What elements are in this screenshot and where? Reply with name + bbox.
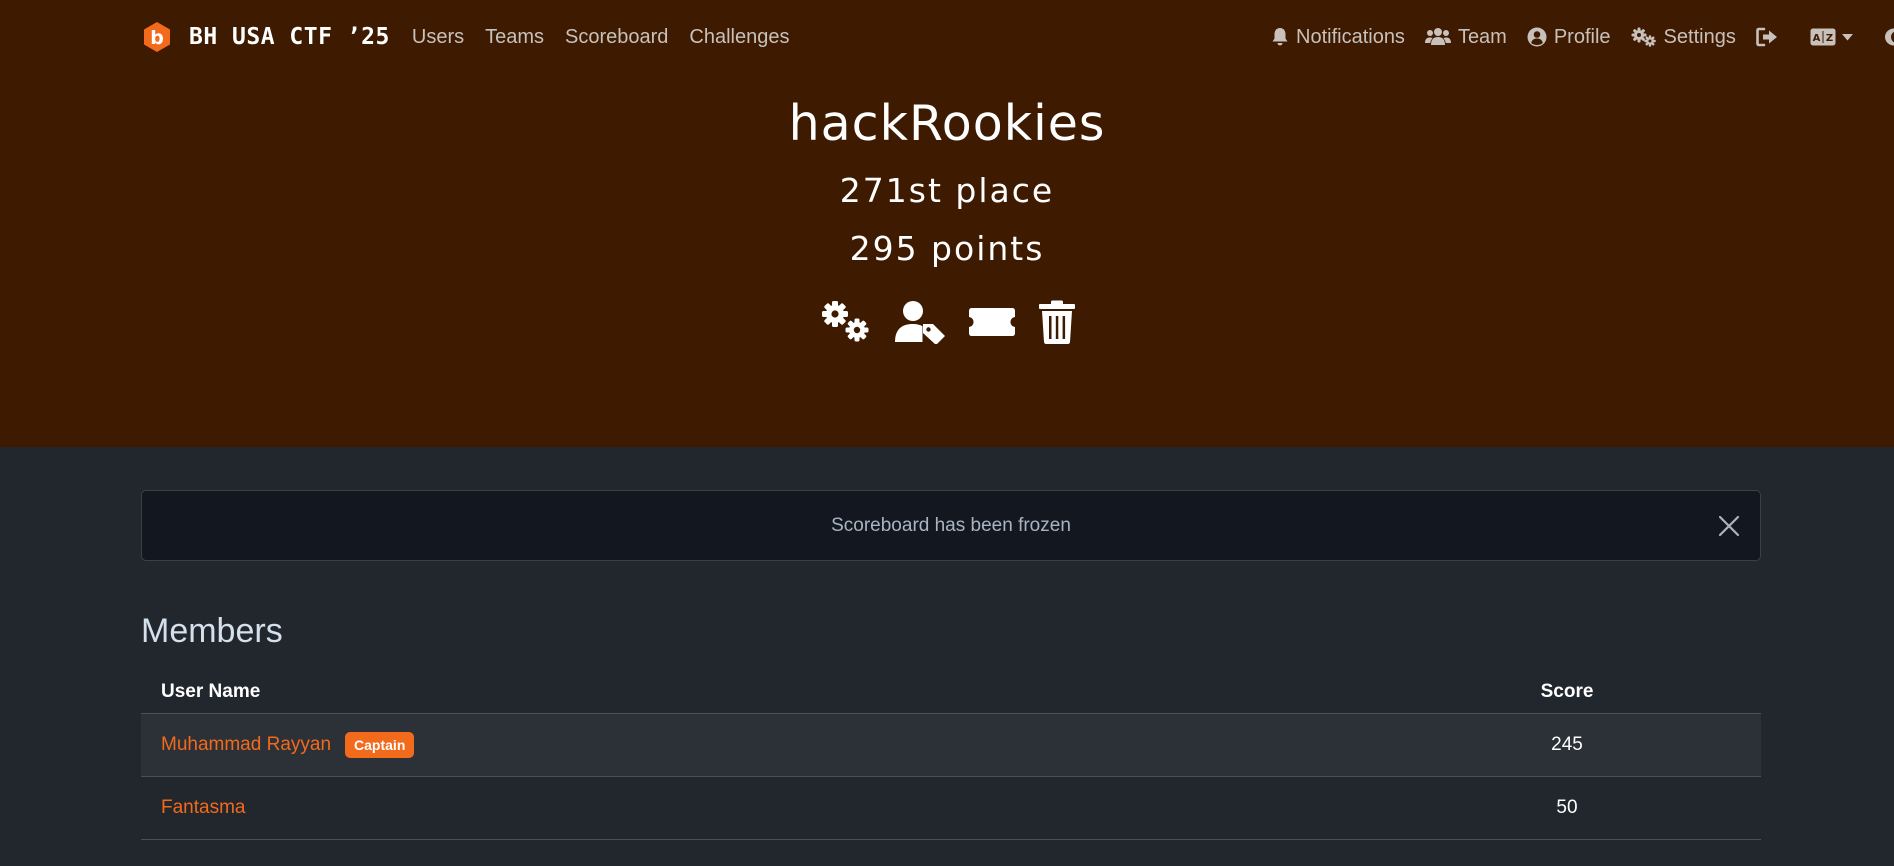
brand-title: BH USA CTF ’25: [189, 24, 390, 50]
bell-icon: [1272, 28, 1288, 46]
nav-challenges[interactable]: Challenges: [689, 26, 789, 49]
member-link[interactable]: Muhammad Rayyan: [161, 734, 331, 756]
members-table-header: User Name Score: [141, 670, 1761, 714]
nav-profile-label: Profile: [1553, 25, 1611, 48]
ticket-icon[interactable]: [968, 300, 1016, 344]
nav-scoreboard[interactable]: Scoreboard: [565, 26, 668, 49]
brand-logo-letter: b: [150, 27, 164, 49]
trash-icon[interactable]: [1038, 300, 1076, 344]
nav-profile[interactable]: Profile: [1527, 26, 1611, 49]
column-header-score: Score: [1540, 680, 1594, 702]
chevron-down-icon: [1841, 33, 1853, 40]
member-score: 50: [1556, 797, 1578, 818]
table-row: Fantasma 50: [141, 777, 1761, 840]
nav-left: Users Teams Scoreboard Challenges: [412, 26, 811, 49]
gears-icon[interactable]: [820, 300, 872, 344]
gears-icon: [1631, 27, 1656, 47]
close-icon: [1718, 515, 1740, 537]
nav-team[interactable]: Team: [1424, 25, 1507, 49]
nav-notifications[interactable]: Notifications: [1271, 26, 1405, 49]
user-circle-icon: [1527, 27, 1547, 47]
nav-team-label: Team: [1457, 25, 1507, 48]
team-place: 271st place: [839, 171, 1055, 210]
team-hero: b BH USA CTF ’25 Users Teams Scoreboard …: [0, 0, 1894, 447]
member-score: 245: [1551, 734, 1583, 755]
language-icon: A Z: [1810, 28, 1836, 46]
nav-notifications-label: Notifications: [1296, 25, 1405, 48]
team-actions: [820, 300, 1098, 344]
language-dropdown[interactable]: A Z: [1810, 28, 1853, 46]
table-row: Muhammad Rayyan Captain 245: [141, 714, 1761, 777]
captain-badge: Captain: [345, 732, 415, 758]
members-heading: Members: [141, 612, 283, 650]
team-name: hackRookies: [788, 95, 1106, 152]
column-header-user-name: User Name: [161, 680, 261, 702]
nav-settings[interactable]: Settings: [1631, 26, 1736, 49]
alert-text: Scoreboard has been frozen: [831, 514, 1071, 536]
member-name-cell: Fantasma: [141, 797, 1527, 819]
logout-icon: [1756, 27, 1777, 47]
theme-toggle-button[interactable]: [1883, 27, 1894, 47]
brand-logo-icon: b: [141, 21, 173, 53]
alert-close-button[interactable]: [1718, 515, 1740, 542]
moon-icon: [1884, 28, 1894, 46]
member-name-cell: Muhammad Rayyan Captain: [141, 732, 1527, 758]
users-icon: [1424, 28, 1451, 45]
navbar: b BH USA CTF ’25 Users Teams Scoreboard …: [141, 18, 1894, 56]
svg-text:Z: Z: [1826, 33, 1833, 44]
logout-button[interactable]: [1756, 27, 1778, 47]
scoreboard-frozen-alert: Scoreboard has been frozen: [141, 490, 1761, 561]
team-points: 295 points: [849, 229, 1045, 268]
nav-settings-label: Settings: [1663, 25, 1736, 48]
nav-right: Notifications Team Profile Settings A Z: [1271, 18, 1894, 56]
nav-users[interactable]: Users: [412, 26, 464, 49]
user-tag-icon[interactable]: [894, 300, 946, 344]
nav-teams[interactable]: Teams: [485, 26, 544, 49]
svg-text:A: A: [1812, 33, 1820, 44]
members-table: User Name Score Muhammad Rayyan Captain …: [141, 670, 1761, 840]
brand-link[interactable]: b BH USA CTF ’25: [141, 21, 390, 53]
member-link[interactable]: Fantasma: [161, 797, 245, 819]
